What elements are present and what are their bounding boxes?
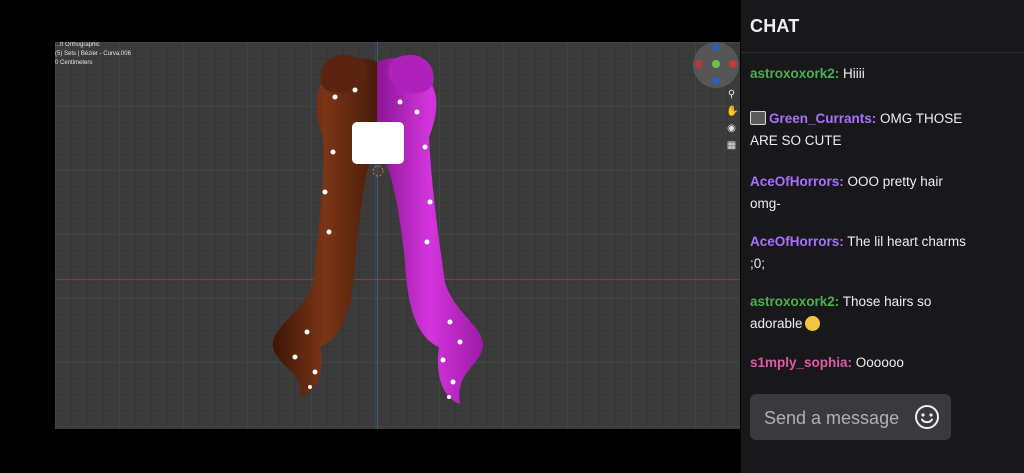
chat-panel: CHAT astroxoxork2: Hiiii Green_Currants:… (741, 0, 1024, 473)
chat-message: astroxoxork2: Those hairs so adorable (750, 291, 970, 335)
chat-username[interactable]: astroxoxork2 (750, 294, 835, 309)
camera-icon[interactable]: ◉ (726, 123, 737, 134)
hair-model[interactable] (55, 42, 740, 429)
chat-username[interactable]: s1mply_sophia (750, 355, 848, 370)
gizmo-z-neg[interactable] (712, 77, 720, 85)
chat-username[interactable]: AceOfHorrors (750, 234, 839, 249)
chat-username[interactable]: Green_Currants (769, 111, 872, 126)
chat-username[interactable]: AceOfHorrors (750, 174, 839, 189)
gizmo-x-neg[interactable] (695, 60, 703, 68)
crying-face-emoji-icon (804, 316, 820, 331)
grid-icon[interactable]: ▦ (726, 140, 737, 151)
zoom-icon[interactable]: ⚲ (726, 89, 737, 100)
face-placeholder (352, 122, 404, 164)
view-mode-label: ...ft Orthographic (55, 42, 100, 48)
chat-message: AceOfHorrors: The lil heart charms ;0; (750, 231, 970, 275)
chat-message: AceOfHorrors: OOO pretty hair omg- (750, 171, 970, 215)
subscriber-badge-icon[interactable] (750, 111, 766, 125)
chat-title: CHAT (750, 16, 800, 36)
send-message-box[interactable] (750, 394, 951, 442)
chat-message: s1mply_sophia: Oooooo (750, 352, 970, 374)
chat-username[interactable]: astroxoxork2 (750, 66, 835, 81)
chat-message: astroxoxork2: Hiiii (750, 63, 970, 85)
chat-message: Green_Currants: OMG THOSE ARE SO CUTE (750, 108, 970, 152)
units-label: 0 Centimeters (55, 60, 93, 66)
send-message-input[interactable] (762, 394, 916, 442)
hand-icon[interactable]: ✋ (726, 106, 738, 117)
hair-right-magenta (377, 58, 484, 404)
hair-left-brown (272, 58, 377, 397)
chat-text: Oooooo (852, 355, 904, 370)
gizmo-x-pos[interactable] (729, 60, 737, 68)
selection-info-label: (5) Sets | Bézier - Curva.006 (55, 51, 131, 57)
chat-header: CHAT (741, 0, 1024, 53)
gizmo-y-axis[interactable] (712, 60, 720, 68)
gizmo-z-pos[interactable] (712, 43, 720, 51)
3d-viewport[interactable]: ...ft Orthographic (5) Sets | Bézier - C… (55, 42, 740, 429)
smiley-icon[interactable] (914, 404, 940, 430)
chat-text: Hiiii (839, 66, 865, 81)
origin-cursor (372, 165, 384, 177)
